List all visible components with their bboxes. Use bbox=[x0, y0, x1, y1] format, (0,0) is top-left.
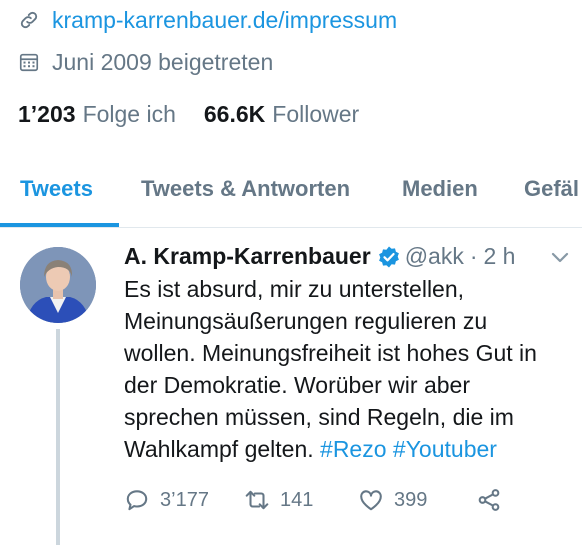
following-stat[interactable]: 1’203 Folge ich bbox=[18, 101, 176, 128]
tweet-text: Es ist absurd, mir zu unterstellen, Mein… bbox=[124, 273, 574, 465]
like-icon bbox=[360, 490, 382, 511]
tab-tweets-and-replies[interactable]: Tweets & Antworten bbox=[141, 176, 350, 202]
profile-stats: 1’203 Folge ich 66.6K Follower bbox=[18, 98, 387, 130]
share-button[interactable] bbox=[476, 487, 512, 513]
tweet-actions: 3’177 141 399 bbox=[124, 485, 512, 515]
thread-line bbox=[56, 329, 60, 545]
retweet-icon bbox=[245, 490, 269, 510]
followers-label: Follower bbox=[272, 100, 360, 127]
retweet-count: 141 bbox=[280, 488, 314, 511]
verified-badge-icon bbox=[378, 246, 399, 267]
profile-joined-row: Juni 2009 beigetreten bbox=[18, 46, 273, 78]
profile-joined-date: Juni 2009 beigetreten bbox=[52, 48, 274, 75]
separator-dot: · bbox=[469, 243, 478, 269]
profile-website-link[interactable]: kramp-karrenbauer.de/impressum bbox=[52, 7, 397, 34]
followers-count: 66.6K bbox=[203, 100, 266, 127]
reply-icon bbox=[126, 490, 148, 511]
followers-stat[interactable]: 66.6K Follower bbox=[204, 101, 359, 128]
chevron-down-icon[interactable] bbox=[550, 251, 570, 265]
following-count: 1’203 bbox=[18, 100, 76, 127]
tab-media[interactable]: Medien bbox=[402, 176, 478, 202]
tweet-text-line: Meinungsäußerungen regulieren zu bbox=[124, 308, 488, 334]
reply-button[interactable]: 3’177 bbox=[124, 487, 244, 513]
like-count: 399 bbox=[394, 488, 428, 511]
retweet-button[interactable]: 141 bbox=[244, 487, 358, 513]
tab-likes[interactable]: Gefäl bbox=[524, 176, 579, 202]
share-icon bbox=[478, 489, 500, 511]
author-handle[interactable]: @akk bbox=[405, 243, 464, 270]
following-label: Folge ich bbox=[82, 100, 176, 127]
reply-count: 3’177 bbox=[160, 488, 209, 511]
tweet-timestamp[interactable]: 2 h bbox=[484, 243, 516, 270]
tab-tweets[interactable]: Tweets bbox=[20, 176, 93, 202]
link-icon bbox=[20, 11, 38, 29]
tweet-text-line-last: Wahlkampf gelten. #Rezo #Youtuber bbox=[124, 433, 574, 465]
calendar-icon bbox=[19, 53, 39, 72]
tweet-text-line: sprechen müssen, sind Regeln, die im bbox=[124, 404, 514, 430]
tweet-text-line: Wahlkampf gelten. bbox=[124, 436, 321, 462]
tweet-text-line: wollen. Meinungsfreiheit ist hohes Gut i… bbox=[124, 340, 537, 366]
tweet-text-line: Es ist absurd, mir zu unterstellen, bbox=[124, 276, 465, 302]
hashtag-rezo[interactable]: #Rezo bbox=[320, 436, 386, 462]
avatar[interactable] bbox=[20, 247, 96, 323]
author-name[interactable]: A. Kramp-Karrenbauer bbox=[124, 243, 371, 270]
profile-tabs: Tweets Tweets & Antworten Medien Gefäl bbox=[0, 158, 582, 228]
tweet-text-line: der Demokratie. Worüber wir aber bbox=[124, 372, 470, 398]
tweet-header: A. Kramp-Karrenbauer @akk · 2 h bbox=[124, 243, 515, 270]
hashtag-youtuber[interactable]: #Youtuber bbox=[393, 436, 497, 462]
tweet[interactable]: A. Kramp-Karrenbauer @akk · 2 h Es ist a… bbox=[0, 229, 582, 545]
profile-website-row: kramp-karrenbauer.de/impressum bbox=[18, 4, 397, 36]
like-button[interactable]: 399 bbox=[358, 487, 476, 513]
active-tab-indicator bbox=[0, 223, 119, 227]
avatar-image bbox=[20, 247, 96, 323]
